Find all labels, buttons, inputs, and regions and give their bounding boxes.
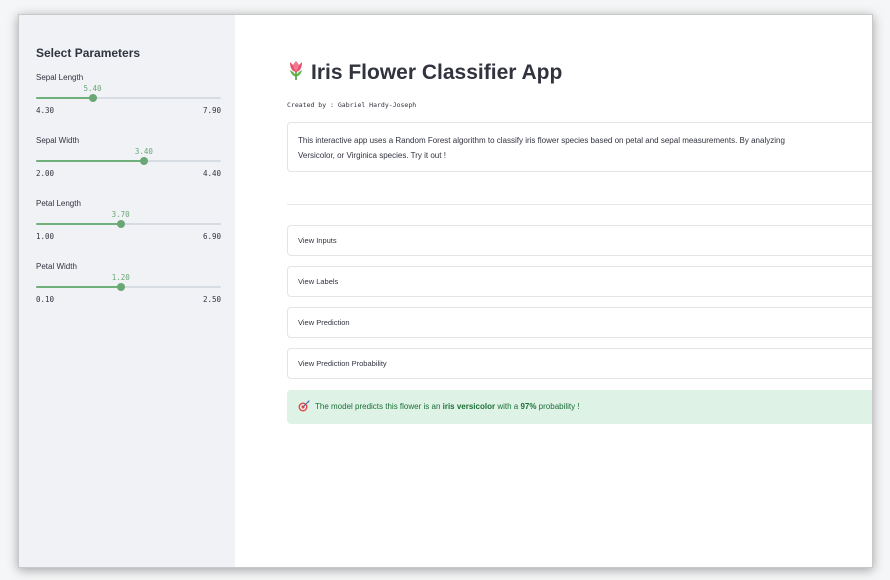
slider-label: Petal Width (36, 262, 77, 271)
sepal-width-slider[interactable]: Sepal Width 3.40 2.00 4.40 (36, 136, 221, 194)
sidebar-title: Select Parameters (36, 46, 141, 60)
slider-fill (36, 160, 144, 162)
author-credit: Created by : Gabriel Hardy-Joseph (287, 101, 417, 109)
slider-label: Sepal Width (36, 136, 80, 145)
slider-track[interactable] (36, 94, 221, 102)
slider-track[interactable] (36, 157, 221, 165)
app-window: Select Parameters Sepal Length 5.40 4.30… (18, 14, 873, 568)
petal-length-slider[interactable]: Petal Length 3.70 1.00 6.90 (36, 199, 221, 257)
expander-view-prediction-probability[interactable]: View Prediction Probability (287, 348, 872, 379)
slider-thumb[interactable] (139, 157, 148, 165)
divider (287, 204, 872, 205)
slider-max: 2.50 (202, 295, 221, 304)
target-icon (297, 393, 311, 427)
description-line: Versicolor, or Virginica species. Try it… (298, 151, 446, 160)
sepal-length-slider[interactable]: Sepal Length 5.40 4.30 7.90 (36, 73, 221, 131)
expander-view-labels[interactable]: View Labels (287, 266, 872, 297)
result-middle: with a (495, 402, 521, 411)
slider-value: 5.40 (83, 84, 102, 93)
slider-min: 4.30 (36, 106, 55, 115)
slider-fill (36, 97, 93, 99)
result-suffix: probability ! (536, 402, 580, 411)
slider-min: 1.00 (36, 232, 55, 241)
slider-track[interactable] (36, 283, 221, 291)
slider-value: 3.70 (111, 210, 130, 219)
slider-label: Sepal Length (36, 73, 84, 82)
petal-width-slider[interactable]: Petal Width 1.20 0.10 2.50 (36, 262, 221, 320)
slider-track[interactable] (36, 220, 221, 228)
slider-thumb[interactable] (88, 94, 97, 102)
main-content: Iris Flower Classifier App Created by : … (235, 15, 872, 567)
result-probability: 97% (520, 402, 537, 411)
slider-value: 3.40 (134, 147, 153, 156)
description-box: This interactive app uses a Random Fores… (287, 122, 872, 172)
slider-max: 7.90 (202, 106, 221, 115)
prediction-result: The model predicts this flower is an iri… (287, 390, 872, 427)
slider-label: Petal Length (36, 199, 81, 208)
slider-thumb[interactable] (116, 283, 125, 291)
slider-thumb[interactable] (116, 220, 125, 228)
slider-fill (36, 223, 121, 225)
sidebar: Select Parameters Sepal Length 5.40 4.30… (19, 15, 235, 567)
tulip-icon (287, 59, 305, 87)
slider-max: 4.40 (202, 169, 221, 178)
slider-min: 2.00 (36, 169, 55, 178)
page-title: Iris Flower Classifier App (287, 59, 562, 87)
page-title-text: Iris Flower Classifier App (311, 61, 563, 84)
slider-max: 6.90 (202, 232, 221, 241)
expander-view-inputs[interactable]: View Inputs (287, 225, 872, 256)
result-species: iris versicolor (442, 402, 496, 411)
description-line: This interactive app uses a Random Fores… (298, 136, 785, 145)
slider-min: 0.10 (36, 295, 55, 304)
expander-view-prediction[interactable]: View Prediction (287, 307, 872, 338)
slider-value: 1.20 (111, 273, 130, 282)
result-prefix: The model predicts this flower is an (315, 402, 443, 411)
slider-fill (36, 286, 121, 288)
